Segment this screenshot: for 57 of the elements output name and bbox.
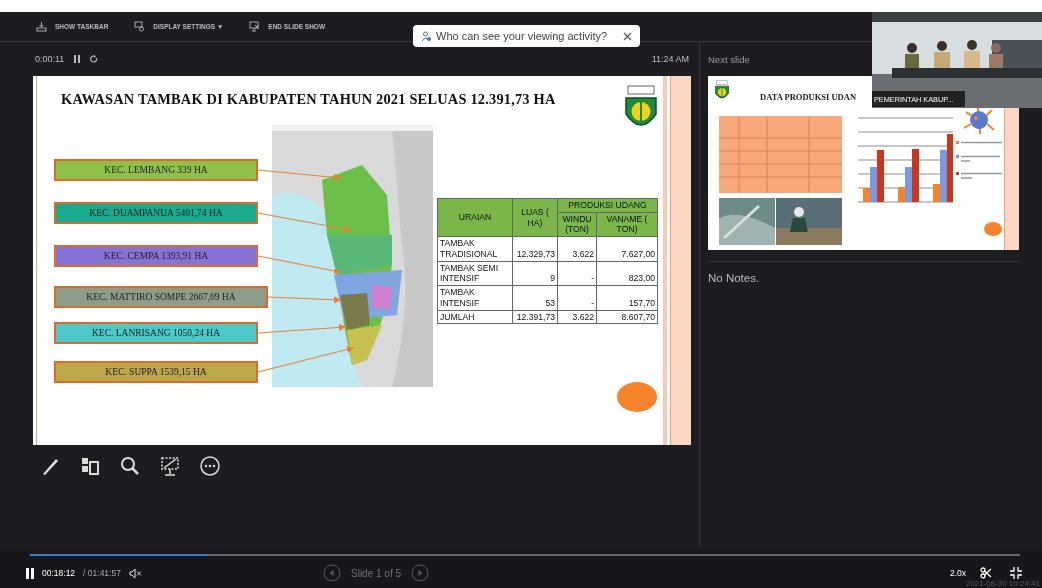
slide-counter: Slide 1 of 5 (351, 567, 402, 579)
pause-icon[interactable] (74, 55, 81, 63)
close-icon[interactable] (623, 31, 632, 41)
total-time: / 01:41:57 (83, 568, 121, 578)
table-cell: 157,70 (596, 285, 658, 311)
table-cell: JUMLAH (437, 310, 513, 324)
table-cell: 823,00 (596, 261, 658, 286)
table-cell: TAMBAK INTENSIF (437, 285, 513, 311)
district-label: KEC. LEMBANG 339 HA (54, 159, 258, 181)
decor-circle (984, 222, 1002, 236)
table-header: PRODUKSI UDANG (557, 198, 658, 213)
district-label: KEC. SUPPA 1539,15 HA (54, 361, 258, 383)
emblem-icon (713, 80, 731, 102)
table-cell: 9 (512, 261, 558, 286)
district-label: KEC. DUAMPANUA 5401,74 HA (54, 202, 258, 224)
end-show-icon (249, 21, 261, 32)
zoom-icon[interactable] (119, 455, 141, 477)
table-cell: TAMBAK SEMI INTENSIF (437, 261, 513, 286)
playback-speed[interactable]: 2.0x (949, 568, 966, 578)
table-header: URAIAN (437, 198, 513, 237)
virus-drawing (962, 106, 996, 134)
table-cell: 12.329,73 (512, 236, 558, 262)
table-cell: 3.622 (557, 310, 597, 324)
district-label: KEC. LANRISANG 1050,24 HA (54, 322, 258, 344)
decor-circle (617, 382, 657, 412)
more-icon[interactable] (199, 455, 221, 477)
notes-text: No Notes. (708, 261, 1020, 284)
table-cell: 8.607,70 (596, 310, 658, 324)
display-settings-icon (134, 21, 146, 32)
popup-text: Who can see your viewing activity? (436, 30, 609, 42)
scissors-icon[interactable] (980, 567, 992, 579)
mute-button[interactable] (128, 567, 143, 579)
previous-slide-icon[interactable] (323, 564, 341, 582)
layout-icon[interactable] (79, 455, 101, 477)
next-slide-label: Next slide (708, 52, 751, 67)
table-cell: TAMBAK TRADISIONAL (437, 236, 513, 262)
taskbar-icon (36, 21, 47, 32)
table-cell: 12.391,73 (512, 310, 558, 324)
current-time: 00:18:12 (42, 568, 76, 578)
table-header: LUAS ( HA) (512, 198, 558, 237)
thumbnail-title: DATA PRODUKSI UDAN (760, 92, 857, 102)
restart-icon[interactable] (90, 55, 99, 63)
elapsed-time: 0:00:11 (35, 54, 65, 64)
exit-fullscreen-icon[interactable] (1010, 567, 1022, 579)
people-icon (421, 30, 432, 42)
next-slide-icon[interactable] (411, 564, 430, 582)
slide-title: KAWASAN TAMBAK DI KABUPATEN TAHUN 2021 SELUAS 12.391,73 HA (61, 91, 556, 108)
district-label: KEC. MATTIRO SOMPE 2667,69 HA (54, 286, 268, 308)
table-cell: 53 (512, 285, 558, 311)
district-label: KEC. CEMPA 1393,91 HA (54, 245, 258, 267)
table-cell: - (557, 285, 597, 311)
table-cell: 7.627,00 (596, 236, 658, 262)
table-cell: - (557, 261, 597, 286)
pause-button[interactable] (26, 567, 34, 579)
table-cell: 3.622 (557, 236, 597, 262)
clock-time: 11:24 AM (651, 54, 689, 64)
screen-icon[interactable] (159, 455, 181, 477)
